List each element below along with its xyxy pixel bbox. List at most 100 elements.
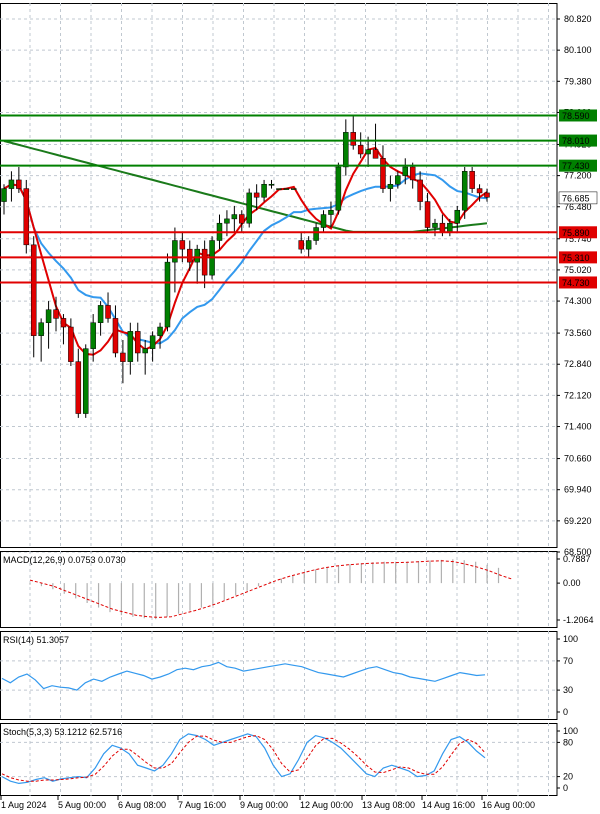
- candle-body: [224, 218, 230, 224]
- candle-body: [8, 179, 15, 189]
- level-label: 77.430: [562, 161, 590, 171]
- candle-body: [75, 361, 82, 414]
- candle-body: [469, 171, 475, 189]
- y-tick-label: 79.380: [564, 76, 592, 86]
- candle-body: [157, 326, 163, 336]
- y-tick-label: 69.220: [564, 516, 592, 526]
- y-tick-label: 80.820: [564, 14, 592, 24]
- candle-body: [276, 188, 282, 190]
- candle-body: [454, 209, 461, 224]
- candle-body: [357, 145, 364, 155]
- y-tick-label: 73.560: [564, 328, 592, 338]
- candle-body: [135, 331, 141, 354]
- y-tick-label: 100: [563, 634, 578, 644]
- y-tick-label: 77.200: [564, 171, 592, 181]
- candle-body: [268, 184, 275, 186]
- y-tick-label: 70.660: [564, 454, 592, 464]
- y-tick-label: 80: [563, 737, 573, 747]
- candle-body: [343, 132, 349, 168]
- candle-body: [90, 322, 96, 349]
- candle-body: [164, 261, 171, 328]
- y-tick-label: 71.400: [564, 422, 592, 432]
- candle-body: [194, 248, 200, 263]
- candle-body: [291, 188, 297, 190]
- trading-chart: 80.82080.10079.38078.66077.92077.20076.4…: [0, 0, 600, 814]
- y-tick-label: 100: [563, 726, 578, 736]
- candle-body: [395, 175, 401, 185]
- candle-body: [97, 305, 104, 323]
- candle-body: [476, 188, 483, 194]
- candle-body: [16, 179, 22, 189]
- candle-body: [68, 326, 74, 362]
- y-tick-label: -1.2064: [563, 615, 594, 625]
- candle-body: [105, 305, 111, 319]
- y-tick-label: 70: [563, 656, 573, 666]
- x-tick-label: 5 Aug 00:00: [58, 800, 106, 810]
- candle-body: [335, 166, 342, 211]
- candle-body: [172, 240, 178, 263]
- candle-body: [424, 201, 431, 228]
- y-tick-label: 30: [563, 685, 573, 695]
- candle-body: [350, 132, 356, 146]
- candle-body: [38, 322, 44, 336]
- y-tick-label: 80.100: [564, 45, 592, 55]
- x-tick-label: 7 Aug 16:00: [178, 800, 226, 810]
- candle-body: [484, 192, 490, 198]
- candle-body: [320, 214, 327, 228]
- candle-body: [127, 331, 134, 362]
- y-tick-label: 72.840: [564, 359, 592, 369]
- candle-body: [239, 214, 245, 224]
- candle-body: [372, 149, 379, 159]
- candle-body: [365, 149, 371, 155]
- y-tick-label: 72.120: [564, 390, 592, 400]
- candle-body: [149, 335, 156, 349]
- candle-body: [402, 166, 409, 176]
- y-tick-label: 0.00: [563, 578, 581, 588]
- y-tick-label: 0: [563, 783, 568, 793]
- candle-body: [461, 171, 468, 211]
- candle-body: [60, 318, 67, 328]
- x-tick-label: 16 Aug 00:00: [482, 800, 535, 810]
- y-tick-label: 0: [563, 707, 568, 717]
- candle-body: [120, 352, 126, 362]
- candle-body: [187, 248, 193, 263]
- x-tick-label: 1 Aug 2024: [1, 800, 47, 810]
- candle-body: [142, 348, 148, 354]
- candle-body: [261, 184, 267, 198]
- candle-body: [112, 318, 119, 354]
- candle-body: [380, 158, 386, 189]
- candle-body: [432, 222, 438, 228]
- indicator-label: RSI(14) 51.3057: [3, 635, 69, 645]
- level-label: 75.310: [562, 253, 590, 263]
- candle-body: [45, 309, 52, 323]
- y-tick-label: 75.020: [564, 265, 592, 275]
- candle-body: [298, 240, 304, 250]
- y-tick-label: 20: [563, 772, 573, 782]
- indicator-label: Stoch(5,3,3) 53.1212 62.5716: [3, 727, 122, 737]
- candle-body: [387, 184, 394, 189]
- candle-body: [439, 222, 446, 233]
- level-label: 78.590: [562, 111, 590, 121]
- candle-body: [23, 188, 30, 246]
- x-tick-label: 12 Aug 00:00: [300, 800, 353, 810]
- candle-body: [253, 192, 260, 198]
- candle-body: [328, 209, 334, 215]
- x-tick-label: 13 Aug 08:00: [362, 800, 415, 810]
- x-tick-label: 9 Aug 00:00: [240, 800, 288, 810]
- level-label: 75.890: [562, 228, 590, 238]
- x-tick-label: 6 Aug 08:00: [118, 800, 166, 810]
- level-label: 74.730: [562, 278, 590, 288]
- y-tick-label: 0.7887: [563, 554, 591, 564]
- candle-body: [313, 227, 319, 241]
- y-tick-label: 69.940: [564, 485, 592, 495]
- current-price-label: 76.685: [562, 193, 590, 203]
- level-label: 78.010: [562, 136, 590, 146]
- candle-body: [305, 240, 312, 250]
- candle-body: [82, 348, 89, 414]
- x-tick-label: 14 Aug 16:00: [422, 800, 475, 810]
- candle-body: [201, 248, 208, 276]
- candle-body: [179, 240, 186, 250]
- candle-body: [246, 192, 252, 224]
- candle-body: [53, 309, 59, 319]
- candle-body: [30, 244, 37, 336]
